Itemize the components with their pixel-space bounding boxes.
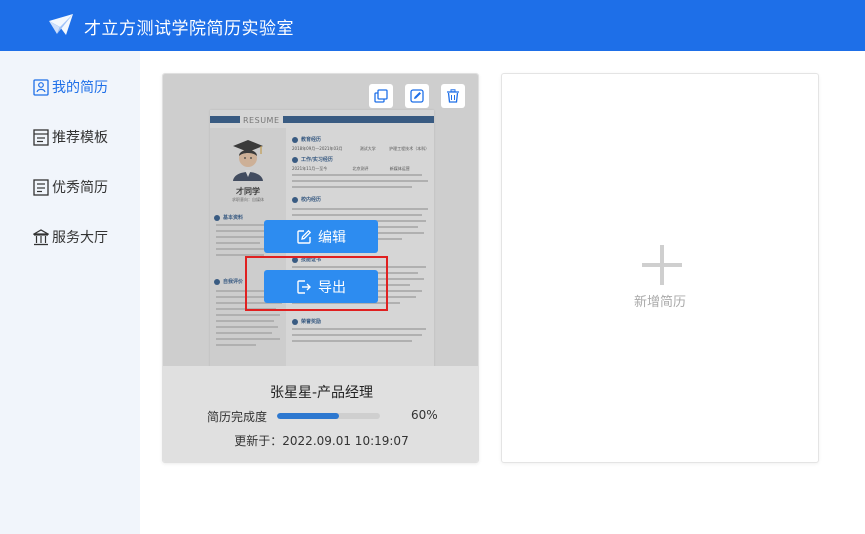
sidebar: 我的简历 推荐模板 优秀简历 服务大厅 — [0, 51, 140, 534]
resume-thumbnail: RESUME 才同学 求职意向：自媒体 基本资料 自我评价 教育经历 2018年… — [163, 74, 478, 366]
export-highlight-box — [245, 256, 388, 311]
progress-label: 简历完成度 — [207, 410, 268, 424]
progress-value: 60% — [411, 408, 438, 422]
sidebar-item-label: 优秀简历 — [52, 180, 108, 196]
sidebar-item-excellent[interactable]: 优秀简历 — [33, 175, 108, 199]
progress-fill — [277, 413, 339, 419]
app-title: 才立方测试学院简历实验室 — [84, 19, 294, 39]
sidebar-item-label: 我的简历 — [52, 80, 108, 96]
edit-tool-button[interactable] — [405, 84, 429, 108]
document-icon — [33, 178, 49, 196]
resume-icon — [33, 78, 49, 96]
edit-icon — [410, 89, 424, 103]
new-resume-label: 新增简历 — [633, 295, 686, 310]
template-icon — [33, 128, 49, 146]
plus-icon — [642, 245, 682, 285]
copy-icon — [374, 89, 388, 103]
edit-icon — [297, 229, 312, 244]
sidebar-item-my-resume[interactable]: 我的简历 — [33, 75, 108, 99]
updated-time: 更新于：2022.09.01 10:19:07 — [234, 434, 409, 448]
bank-icon — [33, 228, 49, 245]
app-header: 才立方测试学院简历实验室 — [0, 0, 865, 51]
new-resume-card[interactable]: 新增简历 — [501, 73, 819, 463]
resume-title: 张星星-产品经理 — [269, 385, 374, 401]
sidebar-item-templates[interactable]: 推荐模板 — [33, 125, 108, 149]
copy-button[interactable] — [369, 84, 393, 108]
sidebar-item-service-hall[interactable]: 服务大厅 — [33, 225, 108, 249]
progress-bar — [277, 413, 380, 419]
paper-plane-logo — [49, 14, 73, 35]
trash-icon — [447, 89, 459, 103]
sidebar-item-label: 服务大厅 — [52, 230, 108, 246]
sidebar-item-label: 推荐模板 — [52, 130, 108, 146]
resume-card-info: 张星星-产品经理 简历完成度 60% 更新于：2022.09.01 10:19:… — [163, 366, 478, 462]
delete-button[interactable] — [441, 84, 465, 108]
edit-button-label: 编辑 — [318, 229, 346, 246]
edit-resume-button[interactable]: 编辑 — [264, 220, 378, 253]
